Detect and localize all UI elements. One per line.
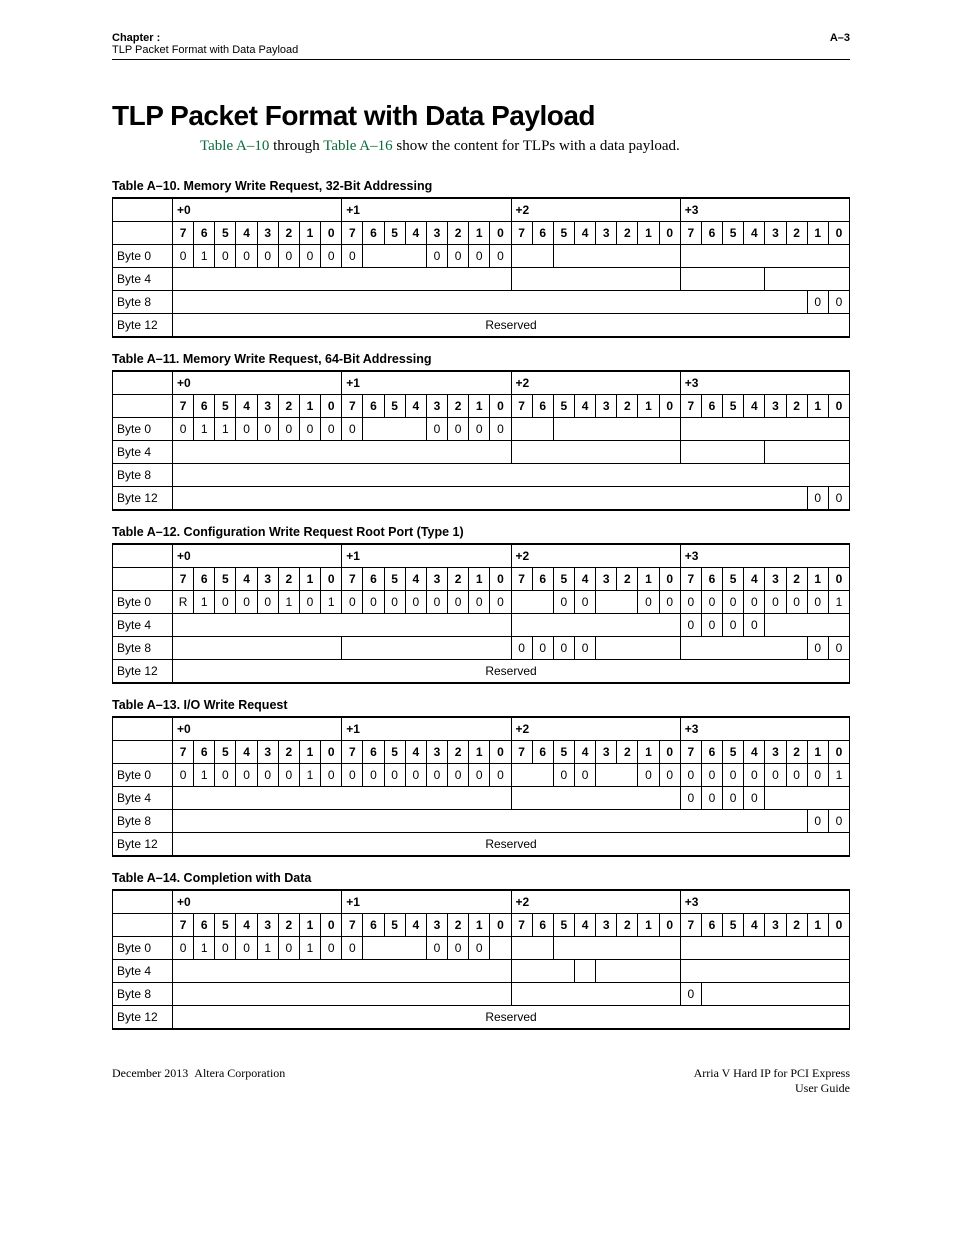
caption-a12: Table A–12. Configuration Write Request … xyxy=(112,525,850,539)
table-row: Byte 8 00 xyxy=(113,291,850,314)
table-row: 76543210 76543210 76543210 76543210 xyxy=(113,222,850,245)
footer-left: December 2013 Altera Corporation xyxy=(112,1066,285,1081)
caption-a11: Table A–11. Memory Write Request, 64-Bit… xyxy=(112,352,850,366)
caption-a14: Table A–14. Completion with Data xyxy=(112,871,850,885)
table-row: Byte 8 0000 00 xyxy=(113,637,850,660)
table-row: Byte 4 xyxy=(113,960,850,983)
xref-table-a10[interactable]: Table A–10 xyxy=(200,138,269,154)
chapter-label: Chapter : xyxy=(112,32,298,44)
table-row: Byte 8 0 xyxy=(113,983,850,1006)
table-row: +0+1+2+3 xyxy=(113,544,850,568)
footer-right-2: User Guide xyxy=(694,1081,850,1096)
table-row: +0+1+2+3 xyxy=(113,717,850,741)
table-row: Byte 12 Reserved xyxy=(113,833,850,857)
table-row: Byte 8 00 xyxy=(113,810,850,833)
caption-a13: Table A–13. I/O Write Request xyxy=(112,698,850,712)
caption-a10: Table A–10. Memory Write Request, 32-Bit… xyxy=(112,179,850,193)
table-a10: +0 +1 +2 +3 76543210 76543210 76543210 7… xyxy=(112,197,850,338)
page-number: A–3 xyxy=(830,32,850,44)
table-row: Byte 8 xyxy=(113,464,850,487)
table-row: Byte 12 Reserved xyxy=(113,660,850,684)
table-row: Byte 12 Reserved xyxy=(113,314,850,338)
table-row: Byte 4 xyxy=(113,441,850,464)
table-row: 76543210 76543210 76543210 76543210 xyxy=(113,568,850,591)
table-row: Byte 0 01100000 00000 xyxy=(113,418,850,441)
table-a13: +0+1+2+3 76543210 76543210 76543210 7654… xyxy=(112,716,850,857)
table-row: Byte 0 01001010 0000 xyxy=(113,937,850,960)
table-row: Byte 0 01000010 00000000 0000 00000001 xyxy=(113,764,850,787)
table-a12: +0+1+2+3 76543210 76543210 76543210 7654… xyxy=(112,543,850,684)
xref-table-a16[interactable]: Table A–16 xyxy=(323,138,392,154)
table-row: Byte 12 00 xyxy=(113,487,850,511)
footer-right-1: Arria V Hard IP for PCI Express xyxy=(694,1066,850,1081)
intro-text: Table A–10 through Table A–16 show the c… xyxy=(200,138,850,155)
table-row: Byte 0 01000000 00000 xyxy=(113,245,850,268)
table-row: +0+1+2+3 xyxy=(113,890,850,914)
table-row: 76543210 76543210 76543210 76543210 xyxy=(113,741,850,764)
table-row: Byte 12 Reserved xyxy=(113,1006,850,1030)
page-footer: December 2013 Altera Corporation Arria V… xyxy=(112,1066,850,1096)
table-row: 76543210 76543210 76543210 76543210 xyxy=(113,395,850,418)
table-row: 76543210 76543210 76543210 76543210 xyxy=(113,914,850,937)
table-a11: +0+1+2+3 76543210 76543210 76543210 7654… xyxy=(112,370,850,511)
table-row: Byte 4 0000 xyxy=(113,614,850,637)
table-row: +0 +1 +2 +3 xyxy=(113,198,850,222)
page-header: Chapter : TLP Packet Format with Data Pa… xyxy=(112,32,850,60)
table-row: Byte 4 0000 xyxy=(113,787,850,810)
table-row: Byte 0 R1000101 00000000 0000 00000001 xyxy=(113,591,850,614)
table-a14: +0+1+2+3 76543210 76543210 76543210 7654… xyxy=(112,889,850,1030)
table-row: Byte 4 xyxy=(113,268,850,291)
table-row: +0+1+2+3 xyxy=(113,371,850,395)
page-title: TLP Packet Format with Data Payload xyxy=(112,100,850,132)
chapter-sub: TLP Packet Format with Data Payload xyxy=(112,44,298,56)
